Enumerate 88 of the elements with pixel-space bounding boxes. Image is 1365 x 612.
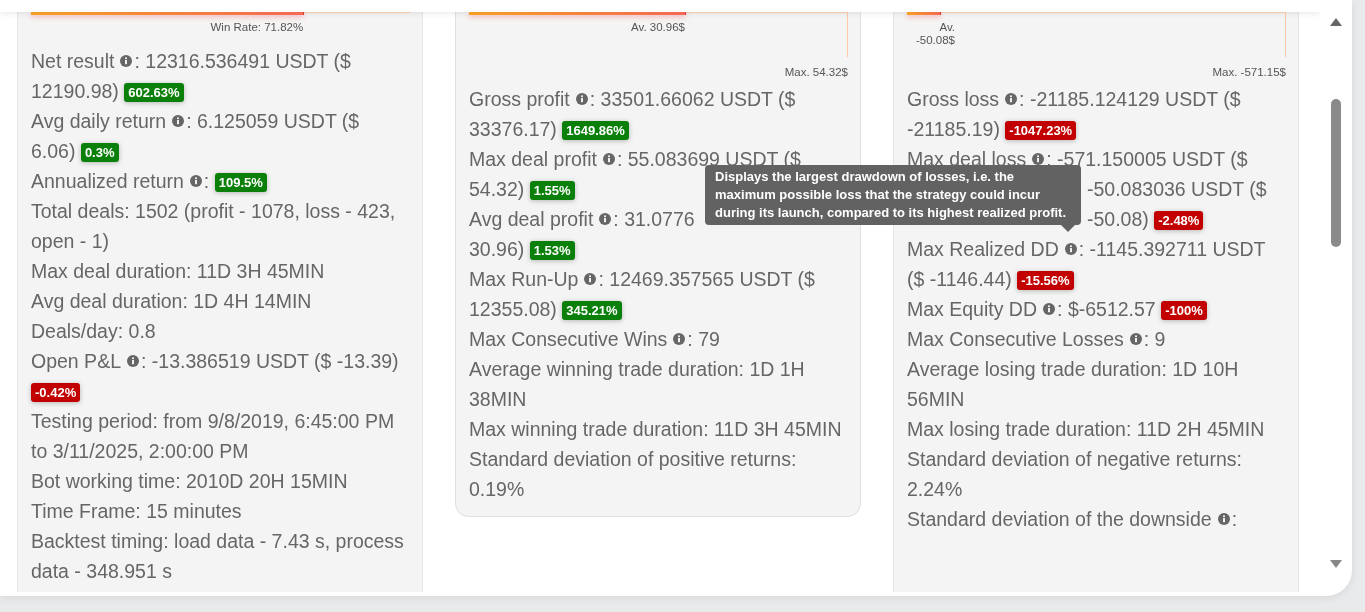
percent-badge: 345.21% bbox=[562, 301, 622, 320]
stat-label: Max Run-Up bbox=[469, 268, 579, 290]
stat-label: Open P&L bbox=[31, 350, 121, 372]
stat-value: : 12316.536491 USDT ($ bbox=[134, 50, 351, 72]
stat-value: : 31.0776 bbox=[613, 208, 695, 230]
max-label: Max. 54.32$ bbox=[784, 66, 848, 78]
stat-label: Avg deal duration: 1D 4H 14MIN bbox=[31, 290, 312, 312]
stat-value: : $-6512.57 bbox=[1057, 298, 1156, 320]
percent-badge: 109.5% bbox=[214, 173, 267, 192]
stat-label: Total deals: 1502 (profit - 1078, loss - 423, open - 1) bbox=[31, 200, 396, 252]
stat-label: Deals/day: 0.8 bbox=[31, 320, 156, 342]
stat-value: : bbox=[1231, 508, 1238, 530]
stat-value: 12190.98) bbox=[31, 80, 119, 102]
info-icon[interactable] bbox=[1032, 153, 1045, 165]
stat-label: Max Consecutive Wins bbox=[469, 328, 668, 350]
stat-value: -50.08) bbox=[1087, 208, 1149, 230]
scrollbar-thumb[interactable] bbox=[1331, 99, 1341, 247]
stat-value: : 79 bbox=[687, 328, 720, 350]
stat-label: Avg deal profit bbox=[469, 208, 594, 230]
stat-value: : -21185.124129 USDT ($ bbox=[1019, 88, 1241, 110]
stat-value: -21185.19) bbox=[907, 118, 1000, 140]
info-icon[interactable] bbox=[127, 355, 139, 367]
info-icon[interactable] bbox=[1217, 513, 1230, 525]
meter-label: Av. -50.08$ bbox=[915, 20, 955, 47]
scroll-down-icon[interactable] bbox=[1330, 560, 1342, 568]
stat-value: 12355.08) bbox=[469, 298, 557, 320]
info-icon[interactable] bbox=[584, 273, 597, 285]
stat-value: : bbox=[203, 170, 210, 192]
stat-value: 54.32) bbox=[469, 178, 525, 200]
info-icon[interactable] bbox=[1043, 303, 1056, 315]
percent-badge: 1.55% bbox=[529, 181, 575, 200]
percent-badge: -0.42% bbox=[31, 383, 81, 402]
info-icon[interactable] bbox=[120, 55, 133, 67]
stat-label: Avg daily return bbox=[31, 110, 167, 132]
meter-label: Av. 30.96$ bbox=[630, 20, 685, 34]
percent-badge: 0.3% bbox=[80, 143, 119, 162]
stat-value: : -1145.392711 USDT bbox=[1078, 238, 1266, 260]
stat-label: Max winning trade duration: 11D 3H 45MIN bbox=[469, 418, 842, 440]
info-icon[interactable] bbox=[599, 213, 612, 225]
info-icon[interactable] bbox=[1064, 243, 1077, 255]
tooltip: Displays the largest drawdown of losses, i.e. the maximum possible loss that the strategy could incur during its launch, compared to its highest realized profit. bbox=[705, 165, 1081, 225]
stat-label: Average winning trade duration: 1D 1H 38MIN bbox=[469, 358, 805, 410]
stat-value: : 12469.357565 USDT ($ bbox=[598, 268, 815, 290]
percent-badge: 1649.86% bbox=[562, 121, 629, 140]
info-icon[interactable] bbox=[673, 333, 686, 345]
stat-label: Bot working time: 2010D 20H 15MIN bbox=[31, 470, 348, 492]
stat-label: Annualized return bbox=[31, 170, 184, 192]
stat-label: Max Consecutive Losses bbox=[907, 328, 1124, 350]
tooltip-pointer bbox=[1061, 225, 1075, 232]
stat-value: ($ -1146.44) bbox=[907, 268, 1012, 290]
stat-label: Max deal duration: 11D 3H 45MIN bbox=[31, 260, 325, 282]
percent-badge: -15.56% bbox=[1017, 271, 1074, 290]
stat-label: Max losing trade duration: 11D 2H 45MIN bbox=[907, 418, 1265, 440]
stat-label: Standard deviation of the downside bbox=[907, 508, 1212, 530]
stat-label: Max deal profit bbox=[469, 148, 597, 170]
info-icon[interactable] bbox=[1005, 93, 1018, 105]
percent-badge: 602.63% bbox=[124, 83, 184, 102]
stat-label: Max Equity DD bbox=[907, 298, 1038, 320]
stat-value: : -13.386519 USDT ($ -13.39) bbox=[141, 350, 399, 372]
stat-value: : 33501.66062 USDT ($ bbox=[589, 88, 796, 110]
info-icon[interactable] bbox=[602, 153, 615, 165]
percent-badge: -1047.23% bbox=[1005, 121, 1077, 140]
scroll-up-icon[interactable] bbox=[1330, 18, 1342, 26]
stat-label: Testing period: from 9/8/2019, 6:45:00 PM to 3/11/2025, 2:00:00 PM bbox=[31, 410, 395, 462]
info-icon[interactable] bbox=[1129, 333, 1142, 345]
stat-value: -50.083036 USDT ($ bbox=[1087, 178, 1267, 200]
stat-value: 33376.17) bbox=[469, 118, 557, 140]
stat-label: Backtest timing: load data - 7.43 s, process data - 348.951 s bbox=[31, 530, 404, 582]
percent-badge: -100% bbox=[1161, 301, 1207, 320]
info-icon[interactable] bbox=[575, 93, 588, 105]
max-label: Max. -571.15$ bbox=[1212, 66, 1286, 78]
stat-label: Max Realized DD bbox=[907, 238, 1059, 260]
stat-label: Net result bbox=[31, 50, 115, 72]
percent-badge: -2.48% bbox=[1154, 211, 1204, 230]
info-icon[interactable] bbox=[189, 175, 202, 187]
stat-label: Standard deviation of negative returns: 2.24% bbox=[907, 448, 1242, 500]
stat-value: : 6.125059 USDT ($ bbox=[186, 110, 360, 132]
stat-value: : 9 bbox=[1143, 328, 1166, 350]
stat-value: 30.96) bbox=[469, 238, 525, 260]
stat-label: Time Frame: 15 minutes bbox=[31, 500, 242, 522]
stat-label: Gross profit bbox=[469, 88, 570, 110]
stat-value: 6.06) bbox=[31, 140, 76, 162]
meter-label: Win Rate: 71.82% bbox=[209, 20, 304, 34]
percent-badge: 1.53% bbox=[529, 241, 575, 260]
stat-label: Average losing trade duration: 1D 10H 56MIN bbox=[907, 358, 1239, 410]
stat-label: Gross loss bbox=[907, 88, 1000, 110]
info-icon[interactable] bbox=[172, 115, 185, 127]
stat-label: Standard deviation of positive returns: 0.19% bbox=[469, 448, 797, 500]
